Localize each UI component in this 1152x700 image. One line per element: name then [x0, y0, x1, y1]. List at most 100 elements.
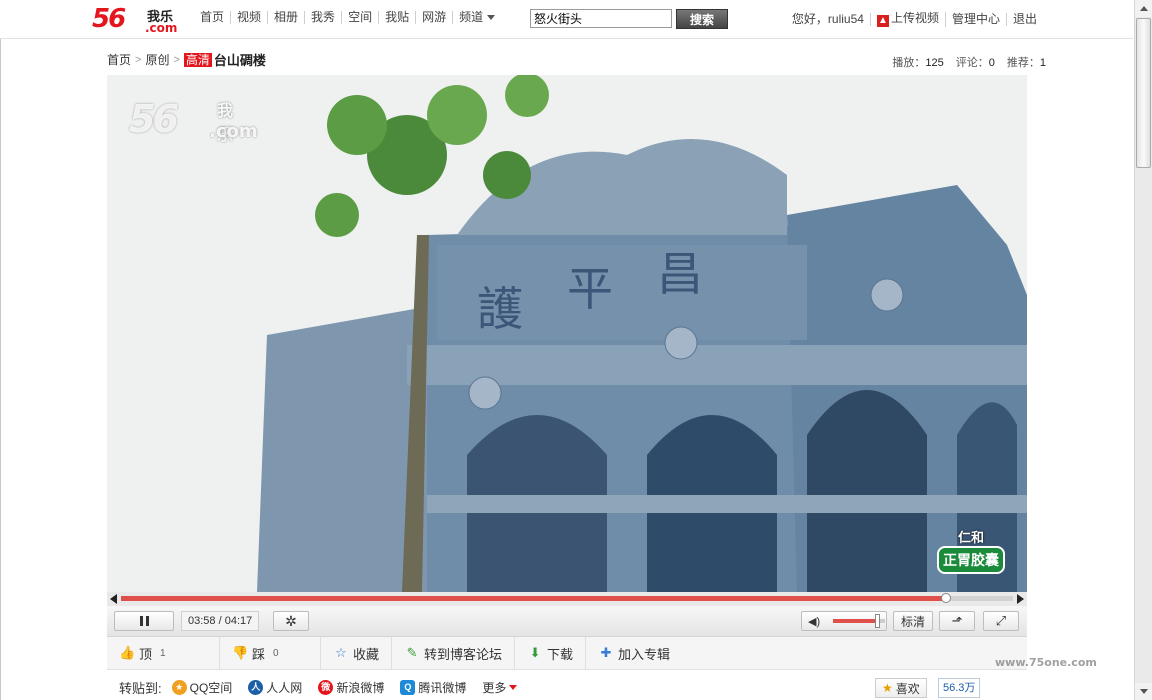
- main-nav: 首页 视频 相册 我秀 空间 我贴 网游 频道: [200, 11, 501, 24]
- share-bar: 转贴到: ★ QQ空间 人人人网 微新浪微博 Q 腾讯微博 更多: [119, 678, 529, 697]
- down-vote-count: 0: [273, 647, 279, 659]
- user-greeting[interactable]: 您好，ruliu54: [786, 13, 871, 26]
- top-bar: 56 我乐 .com 首页 视频 相册 我秀 空间 我贴 网游 频道 搜索 您好…: [0, 0, 1133, 39]
- search-button[interactable]: 搜索: [676, 9, 728, 29]
- breadcrumb-home[interactable]: 首页: [107, 51, 131, 68]
- time-display: 03:58 / 04:17: [181, 611, 260, 631]
- site-logo[interactable]: 56 我乐 .com: [92, 4, 184, 35]
- breadcrumb: 首页 > 原创 > 高清 台山碉楼: [107, 50, 266, 69]
- fullscreen-button[interactable]: ⤢: [983, 611, 1019, 631]
- progress-handle[interactable]: [941, 593, 952, 603]
- add-album-button[interactable]: ✚ 加入专辑: [586, 637, 682, 669]
- progress-fill: [121, 596, 947, 601]
- popout-button[interactable]: ⬏: [939, 611, 975, 631]
- nav-channel-label: 频道: [459, 10, 484, 24]
- upload-label: 上传视频: [890, 11, 939, 25]
- nav-item-space[interactable]: 空间: [342, 11, 380, 24]
- settings-button[interactable]: ✲: [273, 611, 309, 631]
- tencent-weibo-icon: Q: [400, 680, 416, 695]
- share-weibo[interactable]: 微新浪微博: [318, 679, 384, 696]
- share-weibo-label: 新浪微博: [336, 681, 385, 695]
- share-tencent-label: 腾讯微博: [418, 681, 467, 695]
- comment-label: 评论：: [955, 57, 989, 69]
- download-label: 下载: [547, 646, 574, 662]
- action-bar: 👍 顶 1 👎 踩 0 ☆ 收藏 ✎ 转到博客论坛 ⬇ 下载 ✚ 加入专辑: [107, 637, 1027, 670]
- nav-item-games[interactable]: 网游: [416, 11, 454, 24]
- nav-item-video[interactable]: 视频: [231, 11, 269, 24]
- up-vote-count: 1: [160, 647, 166, 659]
- scroll-down-arrow-icon[interactable]: [1135, 683, 1152, 700]
- progress-bar[interactable]: [107, 592, 1027, 606]
- ad-product: 正胃胶囊: [937, 546, 1005, 574]
- favorite-button[interactable]: ☆ 收藏: [321, 637, 393, 669]
- share-more[interactable]: 更多: [482, 679, 518, 696]
- nav-item-home[interactable]: 首页: [200, 11, 232, 24]
- download-button[interactable]: ⬇ 下载: [515, 637, 587, 669]
- volume-handle[interactable]: [875, 614, 881, 628]
- up-vote-button[interactable]: 👍 顶 1: [107, 637, 220, 669]
- site-watermark: www.75one.com: [995, 656, 1097, 669]
- svg-text:護: 護: [477, 282, 523, 336]
- down-vote-label: 踩: [252, 646, 266, 662]
- weibo-icon: 微: [318, 680, 334, 695]
- watermark-domain: .com: [209, 121, 258, 142]
- time-separator: /: [215, 615, 225, 627]
- forward-arrow-icon[interactable]: [1017, 594, 1024, 604]
- scroll-thumb[interactable]: [1136, 18, 1151, 168]
- video-stats: 播放：125 评论：0 推荐：1: [892, 54, 1046, 70]
- video-watermark: 56 我乐 .com: [129, 97, 258, 144]
- chevron-down-icon: [487, 15, 496, 20]
- share-renren[interactable]: 人人人网: [248, 679, 302, 696]
- breadcrumb-original[interactable]: 原创: [145, 51, 169, 68]
- progress-track[interactable]: [121, 593, 1013, 603]
- video-frame: 護 平 昌: [107, 75, 1027, 592]
- share-tencent[interactable]: Q 腾讯微博: [400, 679, 466, 696]
- quality-button[interactable]: 标清: [893, 611, 933, 631]
- favorite-label: 收藏: [353, 646, 380, 662]
- chevron-right-icon: >: [173, 53, 180, 66]
- renren-icon: 人: [248, 680, 264, 695]
- pause-button[interactable]: [114, 611, 174, 631]
- speaker-icon: ◀): [808, 615, 821, 628]
- upload-icon: ▲: [876, 15, 889, 27]
- svg-text:平: 平: [567, 262, 613, 316]
- edit-icon: ✎: [406, 645, 418, 660]
- download-icon: ⬇: [529, 645, 541, 660]
- plus-icon: ✚: [600, 645, 612, 660]
- thumbs-down-icon: 👎: [232, 645, 249, 660]
- comment-value: 0: [988, 57, 995, 69]
- recommend-value: 1: [1039, 57, 1046, 69]
- video-player[interactable]: 護 平 昌 56 我乐 .com 仁和 正胃胶囊: [107, 75, 1027, 592]
- vertical-scrollbar[interactable]: [1134, 0, 1152, 700]
- nav-item-album[interactable]: 相册: [268, 11, 306, 24]
- volume-fill: [833, 619, 878, 623]
- page-title: 台山碉楼: [213, 53, 266, 68]
- nav-channel-dropdown[interactable]: 频道: [453, 11, 501, 24]
- player-controls: 03:58 / 04:17 ✲ ◀) 标清 ⬏ ⤢: [107, 606, 1027, 637]
- popout-icon: ⬏: [951, 613, 963, 628]
- scroll-up-arrow-icon[interactable]: [1135, 0, 1152, 17]
- share-blog-button[interactable]: ✎ 转到博客论坛: [392, 637, 516, 669]
- share-more-label: 更多: [482, 681, 507, 695]
- volume-slider[interactable]: [833, 614, 885, 628]
- search-input[interactable]: [530, 9, 672, 28]
- logo-number: 56: [92, 4, 126, 34]
- recommend-label: 推荐：: [1006, 57, 1040, 69]
- chevron-right-icon: >: [135, 53, 142, 66]
- like-count: 56.3万: [938, 678, 981, 698]
- rewind-arrow-icon[interactable]: [110, 594, 117, 604]
- up-vote-label: 顶: [139, 646, 153, 662]
- upload-link[interactable]: ▲ 上传视频: [871, 12, 946, 27]
- manage-link[interactable]: 管理中心: [946, 13, 1007, 26]
- down-vote-button[interactable]: 👎 踩 0: [220, 637, 321, 669]
- nav-item-show[interactable]: 我秀: [305, 11, 343, 24]
- logout-link[interactable]: 退出: [1007, 13, 1043, 26]
- nav-item-posts[interactable]: 我贴: [379, 11, 417, 24]
- video-ad-badge: 仁和 正胃胶囊: [937, 527, 1005, 574]
- share-qzone[interactable]: ★ QQ空间: [171, 679, 232, 696]
- like-button[interactable]: ★ 喜欢: [875, 678, 927, 698]
- chevron-down-icon: [509, 685, 518, 690]
- svg-text:昌: 昌: [657, 247, 703, 301]
- gear-icon: ✲: [285, 612, 297, 629]
- share-blog-label: 转到博客论坛: [424, 646, 503, 662]
